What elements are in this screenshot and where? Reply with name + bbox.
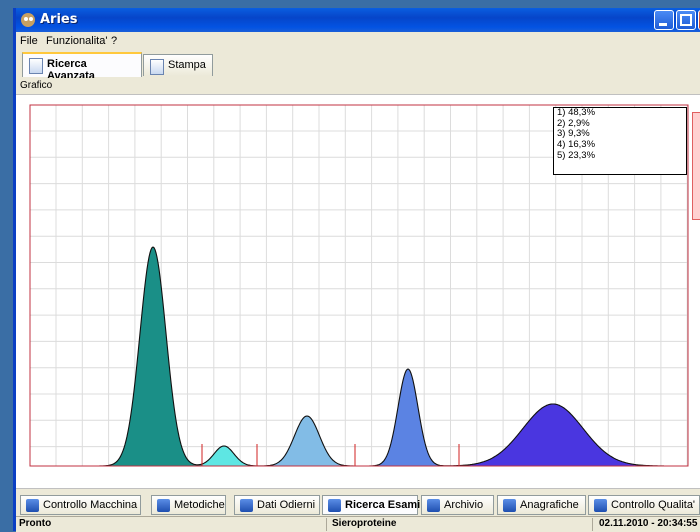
module-tabs: Controllo Macchina Metodiche Dati Odiern… [16, 488, 700, 517]
tab-label: Stampa [168, 59, 206, 71]
tab-ricerca-esami[interactable]: Ricerca Esami [322, 495, 421, 515]
tab-strip: Ricerca Avanzata Stampa [16, 52, 700, 82]
status-divider [326, 518, 327, 531]
menu-bar: File Funzionalita' ? [16, 32, 700, 50]
side-marker[interactable] [692, 112, 700, 220]
folder-icon [503, 499, 516, 512]
maximize-icon [680, 14, 692, 26]
status-right: 02.11.2010 - 20:34:55 [599, 518, 698, 529]
panel-title: Grafico [20, 80, 53, 91]
tab-label: Anagrafiche [520, 499, 579, 511]
tab-label: Dati Odierni [257, 499, 316, 511]
menu-file[interactable]: File [20, 35, 38, 47]
tab-label: Metodiche [174, 499, 225, 511]
app-icon [21, 13, 35, 27]
maximize-button[interactable] [676, 10, 696, 30]
title-bar[interactable]: Aries [16, 8, 700, 32]
tab-dati-odierni[interactable]: Dati Odierni [234, 495, 320, 515]
status-center: Sieroproteine [332, 518, 397, 529]
tab-label: Controllo Macchina [43, 499, 138, 511]
status-left: Pronto [19, 518, 52, 529]
tab-label: Archivio [444, 499, 484, 511]
tab-ricerca-avanzata[interactable]: Ricerca Avanzata [22, 52, 142, 82]
status-divider [592, 518, 593, 531]
tab-archivio[interactable]: Archivio [421, 495, 494, 515]
main-window: Aries File Funzionalita' ? Ricerca Avanz… [13, 8, 700, 532]
status-bar: Pronto Sieroproteine 02.11.2010 - 20:34:… [16, 516, 700, 532]
tab-label: Ricerca Esami [345, 499, 421, 511]
panel-header: Grafico [16, 78, 700, 95]
chart-legend: 1) 48,3% 2) 2,9% 3) 9,3% 4) 16,3% 5) 23,… [553, 107, 687, 175]
tab-controllo-qualita[interactable]: Controllo Qualita' [588, 495, 700, 515]
document-icon [29, 58, 43, 74]
legend-entry-5: 5) 23,3% [557, 149, 596, 161]
menu-funzionalita[interactable]: Funzionalita' [46, 35, 107, 47]
minimize-icon [659, 23, 667, 26]
window-title: Aries [40, 12, 78, 27]
wrench-icon [26, 499, 39, 512]
document-icon [150, 59, 164, 75]
tab-controllo-macchina[interactable]: Controllo Macchina [20, 495, 141, 515]
quality-icon [594, 499, 607, 512]
user-icon [157, 499, 170, 512]
chart-icon [240, 499, 253, 512]
tab-label: Controllo Qualita' [611, 499, 696, 511]
menu-help[interactable]: ? [111, 35, 117, 47]
tab-stampa[interactable]: Stampa [143, 54, 213, 76]
archive-icon [427, 499, 440, 512]
search-icon [328, 499, 341, 512]
tab-anagrafiche[interactable]: Anagrafiche [497, 495, 586, 515]
minimize-button[interactable] [654, 10, 674, 30]
tab-metodiche[interactable]: Metodiche [151, 495, 226, 515]
